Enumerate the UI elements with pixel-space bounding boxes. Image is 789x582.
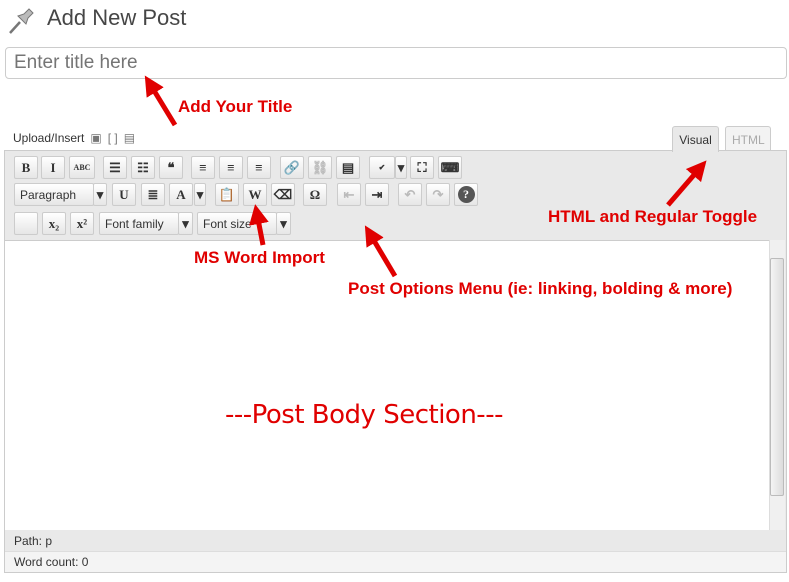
insert-more-button[interactable]: ▤ (336, 156, 360, 179)
subscript-button[interactable]: x₂ (42, 212, 66, 235)
scrollbar-thumb[interactable] (770, 258, 784, 496)
link-button[interactable]: 🔗 (280, 156, 304, 179)
blank-button[interactable] (14, 212, 38, 235)
fullscreen-button[interactable]: ⛶ (410, 156, 434, 179)
blockquote-button[interactable]: ❝ (159, 156, 183, 179)
page-title: Add New Post (47, 5, 187, 30)
strikethrough-button[interactable]: ABC (69, 156, 95, 179)
spellcheck-dropdown-button[interactable]: ▾ (395, 156, 407, 179)
paste-text-button[interactable]: 📋 (215, 183, 239, 206)
underline-button[interactable]: U (112, 183, 136, 206)
indent-button[interactable]: ⇥ (365, 183, 389, 206)
outdent-button[interactable]: ⇤ (337, 183, 361, 206)
align-center-button[interactable]: ≡ (219, 156, 243, 179)
format-dropdown-button[interactable]: ▾ (93, 183, 107, 206)
arrow-title (144, 75, 178, 127)
add-gallery-icon[interactable]: ▤ (124, 131, 135, 145)
paste-word-button[interactable]: W (243, 183, 267, 206)
unlink-button[interactable]: ⛓ (308, 156, 332, 179)
path-value[interactable]: p (45, 534, 52, 548)
word-count: Word count: 0 (5, 551, 786, 572)
remove-format-button[interactable]: ⌫ (271, 183, 295, 206)
numbered-list-button[interactable]: ☷ (131, 156, 155, 179)
format-select[interactable]: Paragraph (14, 183, 94, 206)
upload-insert-label: Upload/Insert (13, 131, 85, 145)
special-char-button[interactable]: Ω (303, 183, 327, 206)
tab-visual[interactable]: Visual (672, 126, 719, 152)
italic-button[interactable]: I (41, 156, 65, 179)
redo-button[interactable]: ↷ (426, 183, 450, 206)
text-color-dropdown-button[interactable]: ▾ (194, 183, 206, 206)
title-input[interactable] (5, 47, 787, 79)
add-image-icon[interactable]: ▣ (90, 131, 101, 145)
superscript-button[interactable]: x² (70, 212, 94, 235)
annotation-title: Add Your Title (178, 97, 293, 116)
undo-button[interactable]: ↶ (398, 183, 422, 206)
annotation-options: Post Options Menu (ie: linking, bolding … (348, 279, 733, 298)
text-color-button[interactable]: A (169, 183, 193, 206)
font-size-dropdown-button[interactable]: ▾ (276, 212, 291, 235)
annotation-word: MS Word Import (194, 248, 325, 267)
align-right-button[interactable]: ≡ (247, 156, 271, 179)
element-path: Path: p (14, 534, 52, 548)
annotation-body: ---Post Body Section--- (225, 400, 503, 430)
tab-html[interactable]: HTML (725, 126, 771, 151)
spellcheck-button[interactable]: ✔ (369, 156, 395, 179)
help-button[interactable]: ? (454, 183, 478, 206)
align-left-button[interactable]: ≡ (191, 156, 215, 179)
path-label: Path: (14, 534, 43, 548)
font-family-select[interactable]: Font family (99, 212, 179, 235)
pushpin-icon (9, 8, 34, 34)
bullet-list-button[interactable]: ☰ (103, 156, 127, 179)
justify-button[interactable]: ≣ (141, 183, 165, 206)
font-family-dropdown-button[interactable]: ▾ (178, 212, 193, 235)
annotation-toggle: HTML and Regular Toggle (548, 207, 758, 226)
upload-insert: Upload/Insert ▣ [ ] ▤ (13, 131, 135, 145)
bold-button[interactable]: B (14, 156, 38, 179)
font-size-select[interactable]: Font size (197, 212, 277, 235)
kitchen-sink-button[interactable]: ⌨ (438, 156, 462, 179)
add-media-icon[interactable]: [ ] (108, 131, 118, 145)
